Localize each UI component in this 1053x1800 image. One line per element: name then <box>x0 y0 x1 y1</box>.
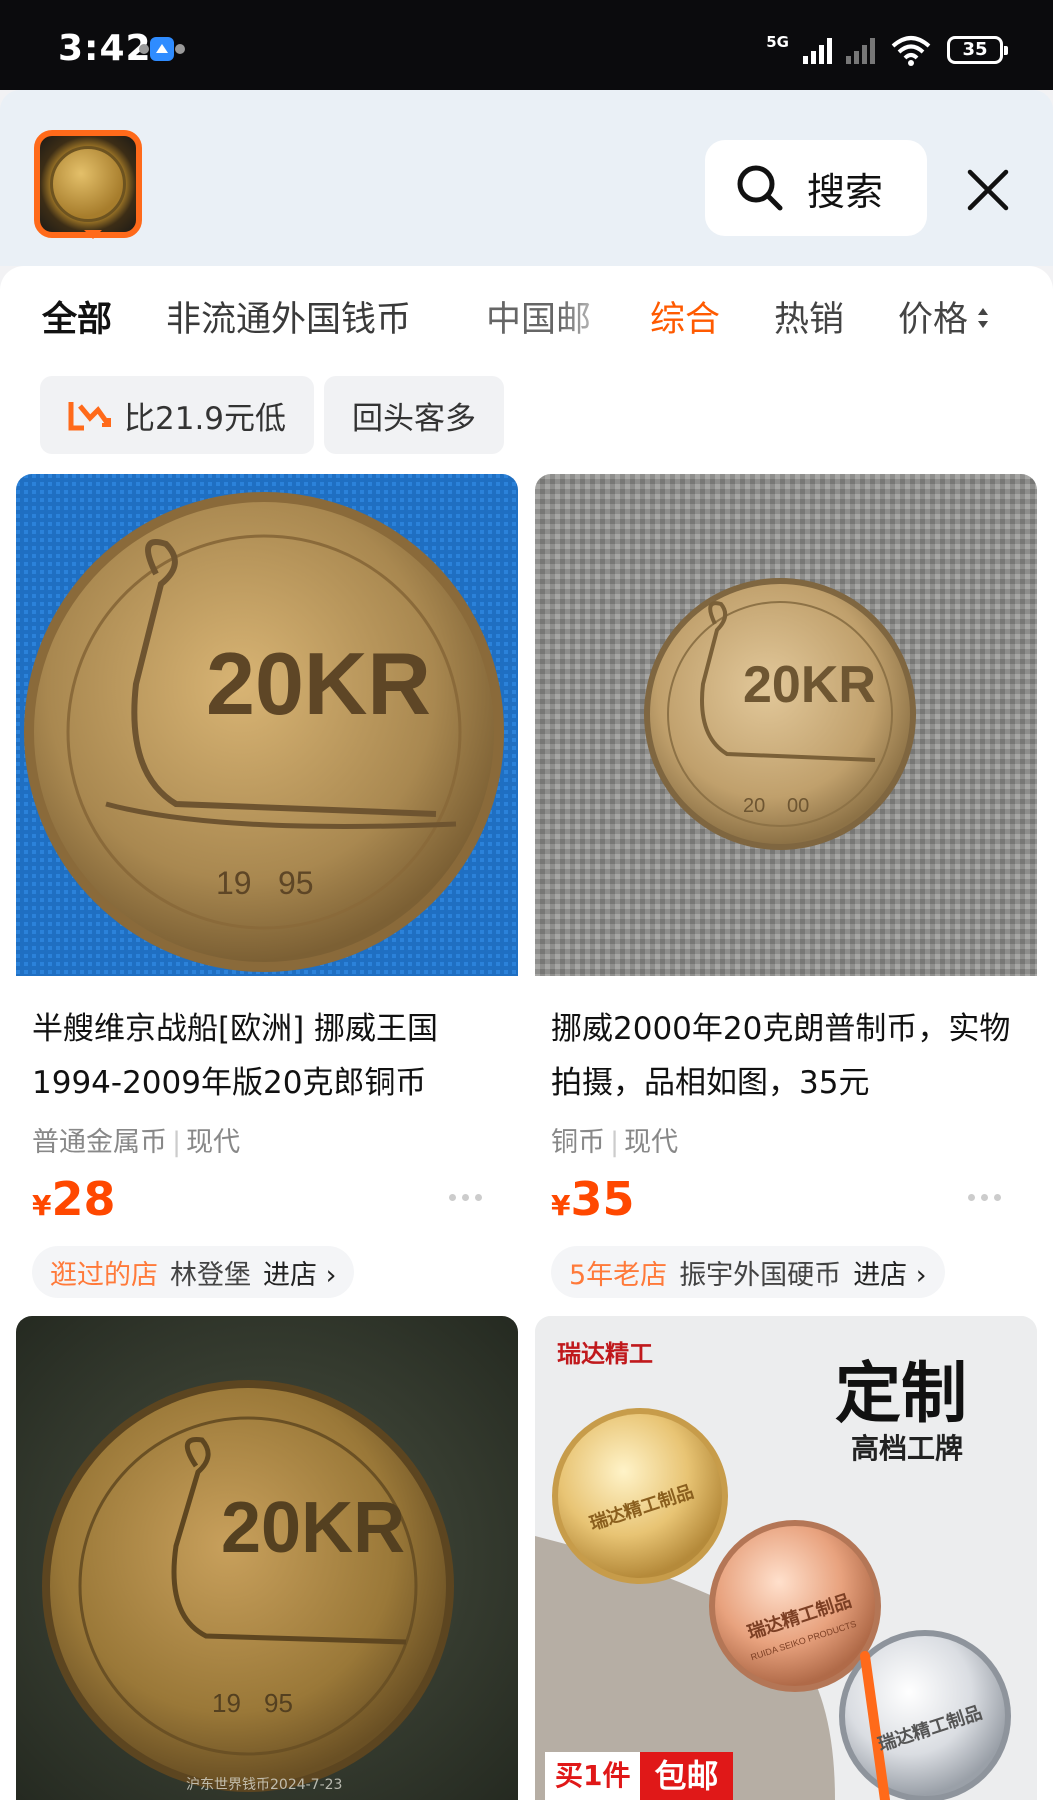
product-image: 20KR 20 00 <box>535 474 1037 976</box>
shop-link[interactable]: 逛过的店 林登堡 进店 › <box>32 1246 355 1298</box>
product-tag: 现代 <box>186 1127 241 1158</box>
category-tabs: 全部 非流通外国钱币 中国邮 综合 热销 价格 <box>0 288 1053 352</box>
more-options-icon[interactable] <box>968 1194 1001 1201</box>
shop-badge: 逛过的店 <box>50 1259 158 1291</box>
product-tags: 铜币 | 现代 <box>551 1127 679 1158</box>
repeat-customers-label: 回头客多 <box>352 400 477 437</box>
product-price: 28 <box>51 1172 116 1226</box>
price-compare-chip[interactable]: 比21.9元低 <box>40 376 315 454</box>
filter-chips: 比21.9元低 回头客多 <box>40 376 505 454</box>
currency-symbol: ¥ <box>32 1189 52 1222</box>
sort-hot-sales[interactable]: 热销 <box>774 288 844 352</box>
sort-price-label: 价格 <box>898 300 969 340</box>
network-type: 5G <box>766 33 789 51</box>
tab-non-circulating-foreign-coins[interactable]: 非流通外国钱币 <box>166 288 411 352</box>
coin-year-text-2: 95 <box>278 865 314 901</box>
brand-logo: 瑞达精工 <box>557 1341 653 1368</box>
results-panel: 全部 非流通外国钱币 中国邮 综合 热销 价格 比21.9元低 回头客多 20K… <box>0 266 1053 1800</box>
product-tag: 普通金属币 <box>32 1127 167 1158</box>
image-search-thumbnail[interactable] <box>34 130 142 239</box>
search-button[interactable]: 搜索 <box>705 140 927 236</box>
repeat-customers-chip[interactable]: 回头客多 <box>324 376 505 454</box>
price-row: ¥35 <box>551 1172 1021 1232</box>
status-bar: 3:42 5G 35 <box>0 0 1053 90</box>
product-card[interactable]: 瑞达精工 定制 高档工牌 瑞达精工制品 瑞达精工制品 RUIDA SEIKO P… <box>535 1316 1037 1800</box>
coin-denomination-text: 20KR <box>743 656 876 714</box>
coin-year-text-2: 95 <box>264 1688 293 1718</box>
ad-headline: 定制 <box>835 1358 967 1431</box>
product-card[interactable]: 20KR 20 00 挪威2000年20克朗普制币，实物拍摄，品相如图，35元 … <box>535 474 1037 1298</box>
promo-banner: 买1件 包邮 <box>545 1752 733 1800</box>
close-icon[interactable] <box>962 164 1014 216</box>
photo-watermark: 沪东世界钱币2024-7-23 <box>186 1777 343 1793</box>
coin-photo: 20KR 19 95 <box>16 1316 518 1800</box>
search-label: 搜索 <box>807 169 884 214</box>
shop-name: 振宇外国硬币 <box>679 1259 842 1291</box>
signal-secondary-icon <box>846 36 875 64</box>
enter-shop-label: 进店 › <box>853 1259 927 1291</box>
sort-comprehensive[interactable]: 综合 <box>650 288 720 352</box>
product-tag: 现代 <box>624 1127 679 1158</box>
price-compare-label: 比21.9元低 <box>124 400 287 437</box>
battery-icon: 35 <box>947 36 1008 64</box>
promo-quantity: 买1件 <box>545 1752 641 1800</box>
price-down-icon <box>68 402 111 431</box>
shop-link[interactable]: 5年老店 振宇外国硬币 进店 › <box>551 1246 945 1298</box>
coin-year-text: 20 <box>743 795 765 817</box>
coin-year-text: 19 <box>212 1688 241 1718</box>
sort-toggle-icon <box>978 308 989 328</box>
search-icon <box>737 165 783 211</box>
sort-price[interactable]: 价格 <box>898 288 990 352</box>
product-title: 半艘维京战船[欧洲] 挪威王国1994-2009年版20克郎铜币 <box>32 1011 439 1101</box>
product-tags: 普通金属币 | 现代 <box>32 1127 241 1158</box>
tab-all[interactable]: 全部 <box>42 288 112 352</box>
coin-photo: 20KR 20 00 <box>535 474 1037 976</box>
more-options-icon[interactable] <box>449 1194 482 1201</box>
signal-icon <box>803 36 832 64</box>
product-price: 35 <box>570 1172 635 1226</box>
product-card[interactable]: 20KR 19 95 半艘维京战船[欧洲] 挪威王国1994-2009年版20克… <box>16 474 518 1298</box>
price-row: ¥28 <box>32 1172 502 1232</box>
product-image: 瑞达精工 定制 高档工牌 瑞达精工制品 瑞达精工制品 RUIDA SEIKO P… <box>535 1316 1037 1800</box>
search-header: 搜索 <box>0 90 1053 266</box>
coin-year-text-2: 00 <box>787 795 809 817</box>
currency-symbol: ¥ <box>551 1189 571 1222</box>
product-image: 20KR 19 95 沪东世界钱币2024-7-23 <box>16 1316 518 1800</box>
product-title: 挪威2000年20克朗普制币，实物拍摄，品相如图，35元 <box>551 1011 1011 1101</box>
product-card[interactable]: 20KR 19 95 沪东世界钱币2024-7-23 <box>16 1316 518 1800</box>
enter-shop-label: 进店 › <box>263 1259 337 1291</box>
coin-denomination-text: 20KR <box>206 634 431 733</box>
shop-badge: 5年老店 <box>569 1259 668 1291</box>
medal-ad-image: 瑞达精工 定制 高档工牌 瑞达精工制品 瑞达精工制品 RUIDA SEIKO P… <box>535 1316 1037 1800</box>
wifi-icon <box>891 36 931 66</box>
promo-free-shipping: 包邮 <box>640 1752 733 1800</box>
app-notification-icon <box>139 37 185 61</box>
coin-denomination-text: 20KR <box>221 1488 405 1568</box>
product-image: 20KR 19 95 <box>16 474 518 976</box>
tabs-fade-overlay <box>560 288 620 352</box>
product-tag: 铜币 <box>551 1127 605 1158</box>
coin-photo: 20KR 19 95 <box>16 474 518 976</box>
coin-year-text: 19 <box>216 865 252 901</box>
shop-name: 林登堡 <box>170 1259 251 1291</box>
ad-subheadline: 高档工牌 <box>851 1433 963 1464</box>
coin-thumbnail-image <box>50 146 126 222</box>
